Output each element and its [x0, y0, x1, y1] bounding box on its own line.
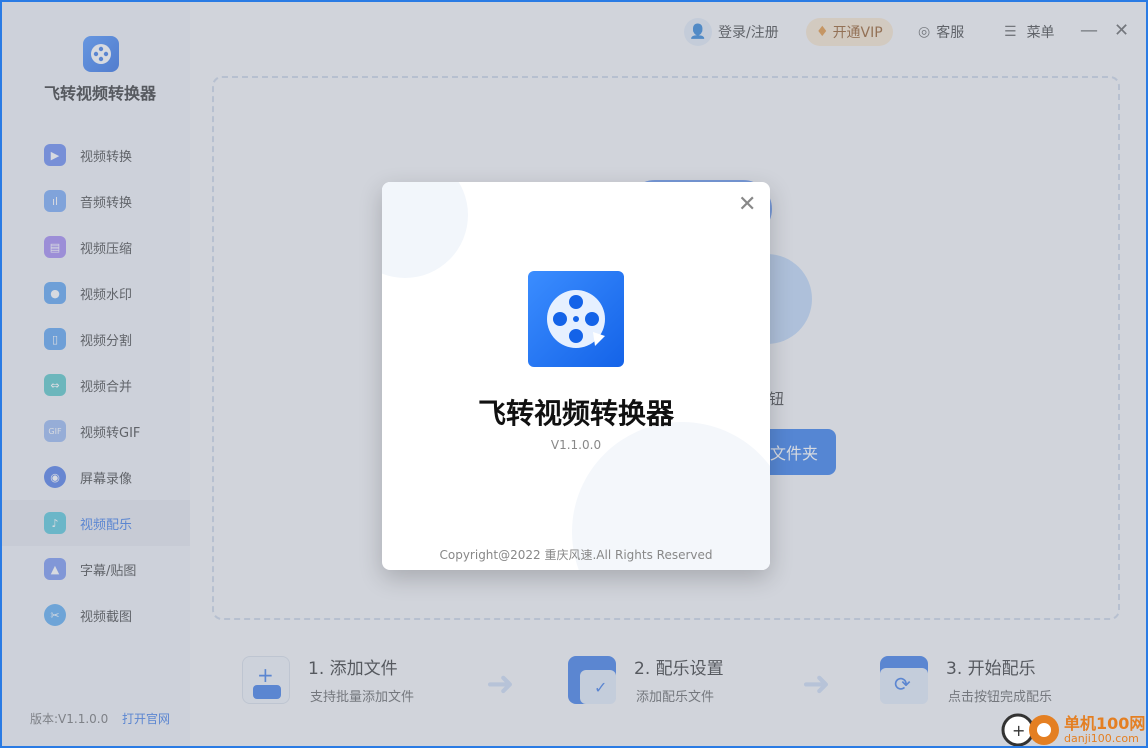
watermark-text: 单机100网	[1064, 714, 1146, 733]
close-icon[interactable]: ✕	[738, 192, 756, 217]
watermark-logo-icon: +	[1001, 713, 1059, 746]
svg-text:+: +	[1012, 721, 1025, 740]
app-logo-icon	[528, 271, 624, 367]
about-dialog: ✕ 飞转视频转换器 V1.1.0.0 Copyright@2022 重庆风速.A…	[382, 182, 770, 570]
watermark-sub: danji100.com	[1064, 732, 1139, 745]
dialog-copyright: Copyright@2022 重庆风速.All Rights Reserved	[439, 548, 713, 562]
decoration	[382, 182, 468, 278]
watermark: + 单机100网 danji100.com	[1000, 708, 1146, 746]
dialog-title: 飞转视频转换器	[477, 397, 674, 430]
dialog-version: V1.1.0.0	[550, 438, 602, 452]
app-window: 飞转视频转换器 ▶ 视频转换 ıl 音频转换 ▤ 视频压缩 ● 视频水印 ▯ 视…	[0, 0, 1148, 748]
